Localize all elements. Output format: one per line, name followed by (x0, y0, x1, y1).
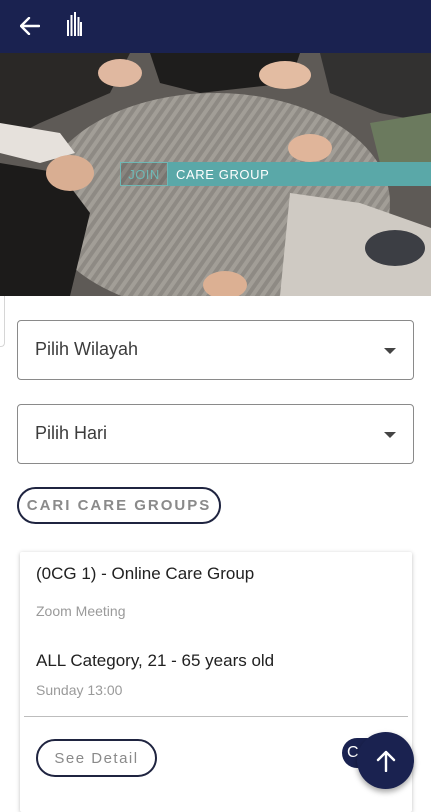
day-select[interactable]: Pilih Hari (17, 404, 414, 464)
back-arrow-icon[interactable] (16, 12, 44, 40)
banner-join-text: JOIN (120, 162, 168, 186)
care-group-card: (0CG 1) - Online Care Group Zoom Meeting… (20, 552, 412, 812)
banner-care-group-text: CARE GROUP (168, 162, 431, 186)
group-category: ALL Category, 21 - 65 years old (36, 651, 275, 670)
day-select-label: Pilih Hari (35, 423, 108, 443)
card-divider (24, 716, 408, 717)
arrow-up-icon (376, 750, 395, 772)
see-detail-button[interactable]: See Detail (36, 739, 157, 777)
join-care-group-banner: JOIN CARE GROUP (120, 162, 431, 186)
dropdown-caret-icon (384, 432, 396, 438)
region-select[interactable]: Pilih Wilayah (17, 320, 414, 380)
scroll-to-top-button[interactable] (357, 732, 414, 789)
hero-image: JOIN CARE GROUP (0, 53, 431, 296)
region-select-label: Pilih Wilayah (35, 339, 139, 359)
group-title: (0CG 1) - Online Care Group (36, 564, 255, 583)
app-bar (0, 0, 431, 53)
dropdown-caret-icon (384, 348, 396, 354)
search-care-groups-button[interactable]: CARI CARE GROUPS (17, 487, 221, 524)
group-venue: Zoom Meeting (36, 603, 126, 619)
group-schedule: Sunday 13:00 (36, 682, 123, 698)
church-logo-icon (66, 12, 82, 36)
side-drawer-handle[interactable] (0, 296, 5, 347)
